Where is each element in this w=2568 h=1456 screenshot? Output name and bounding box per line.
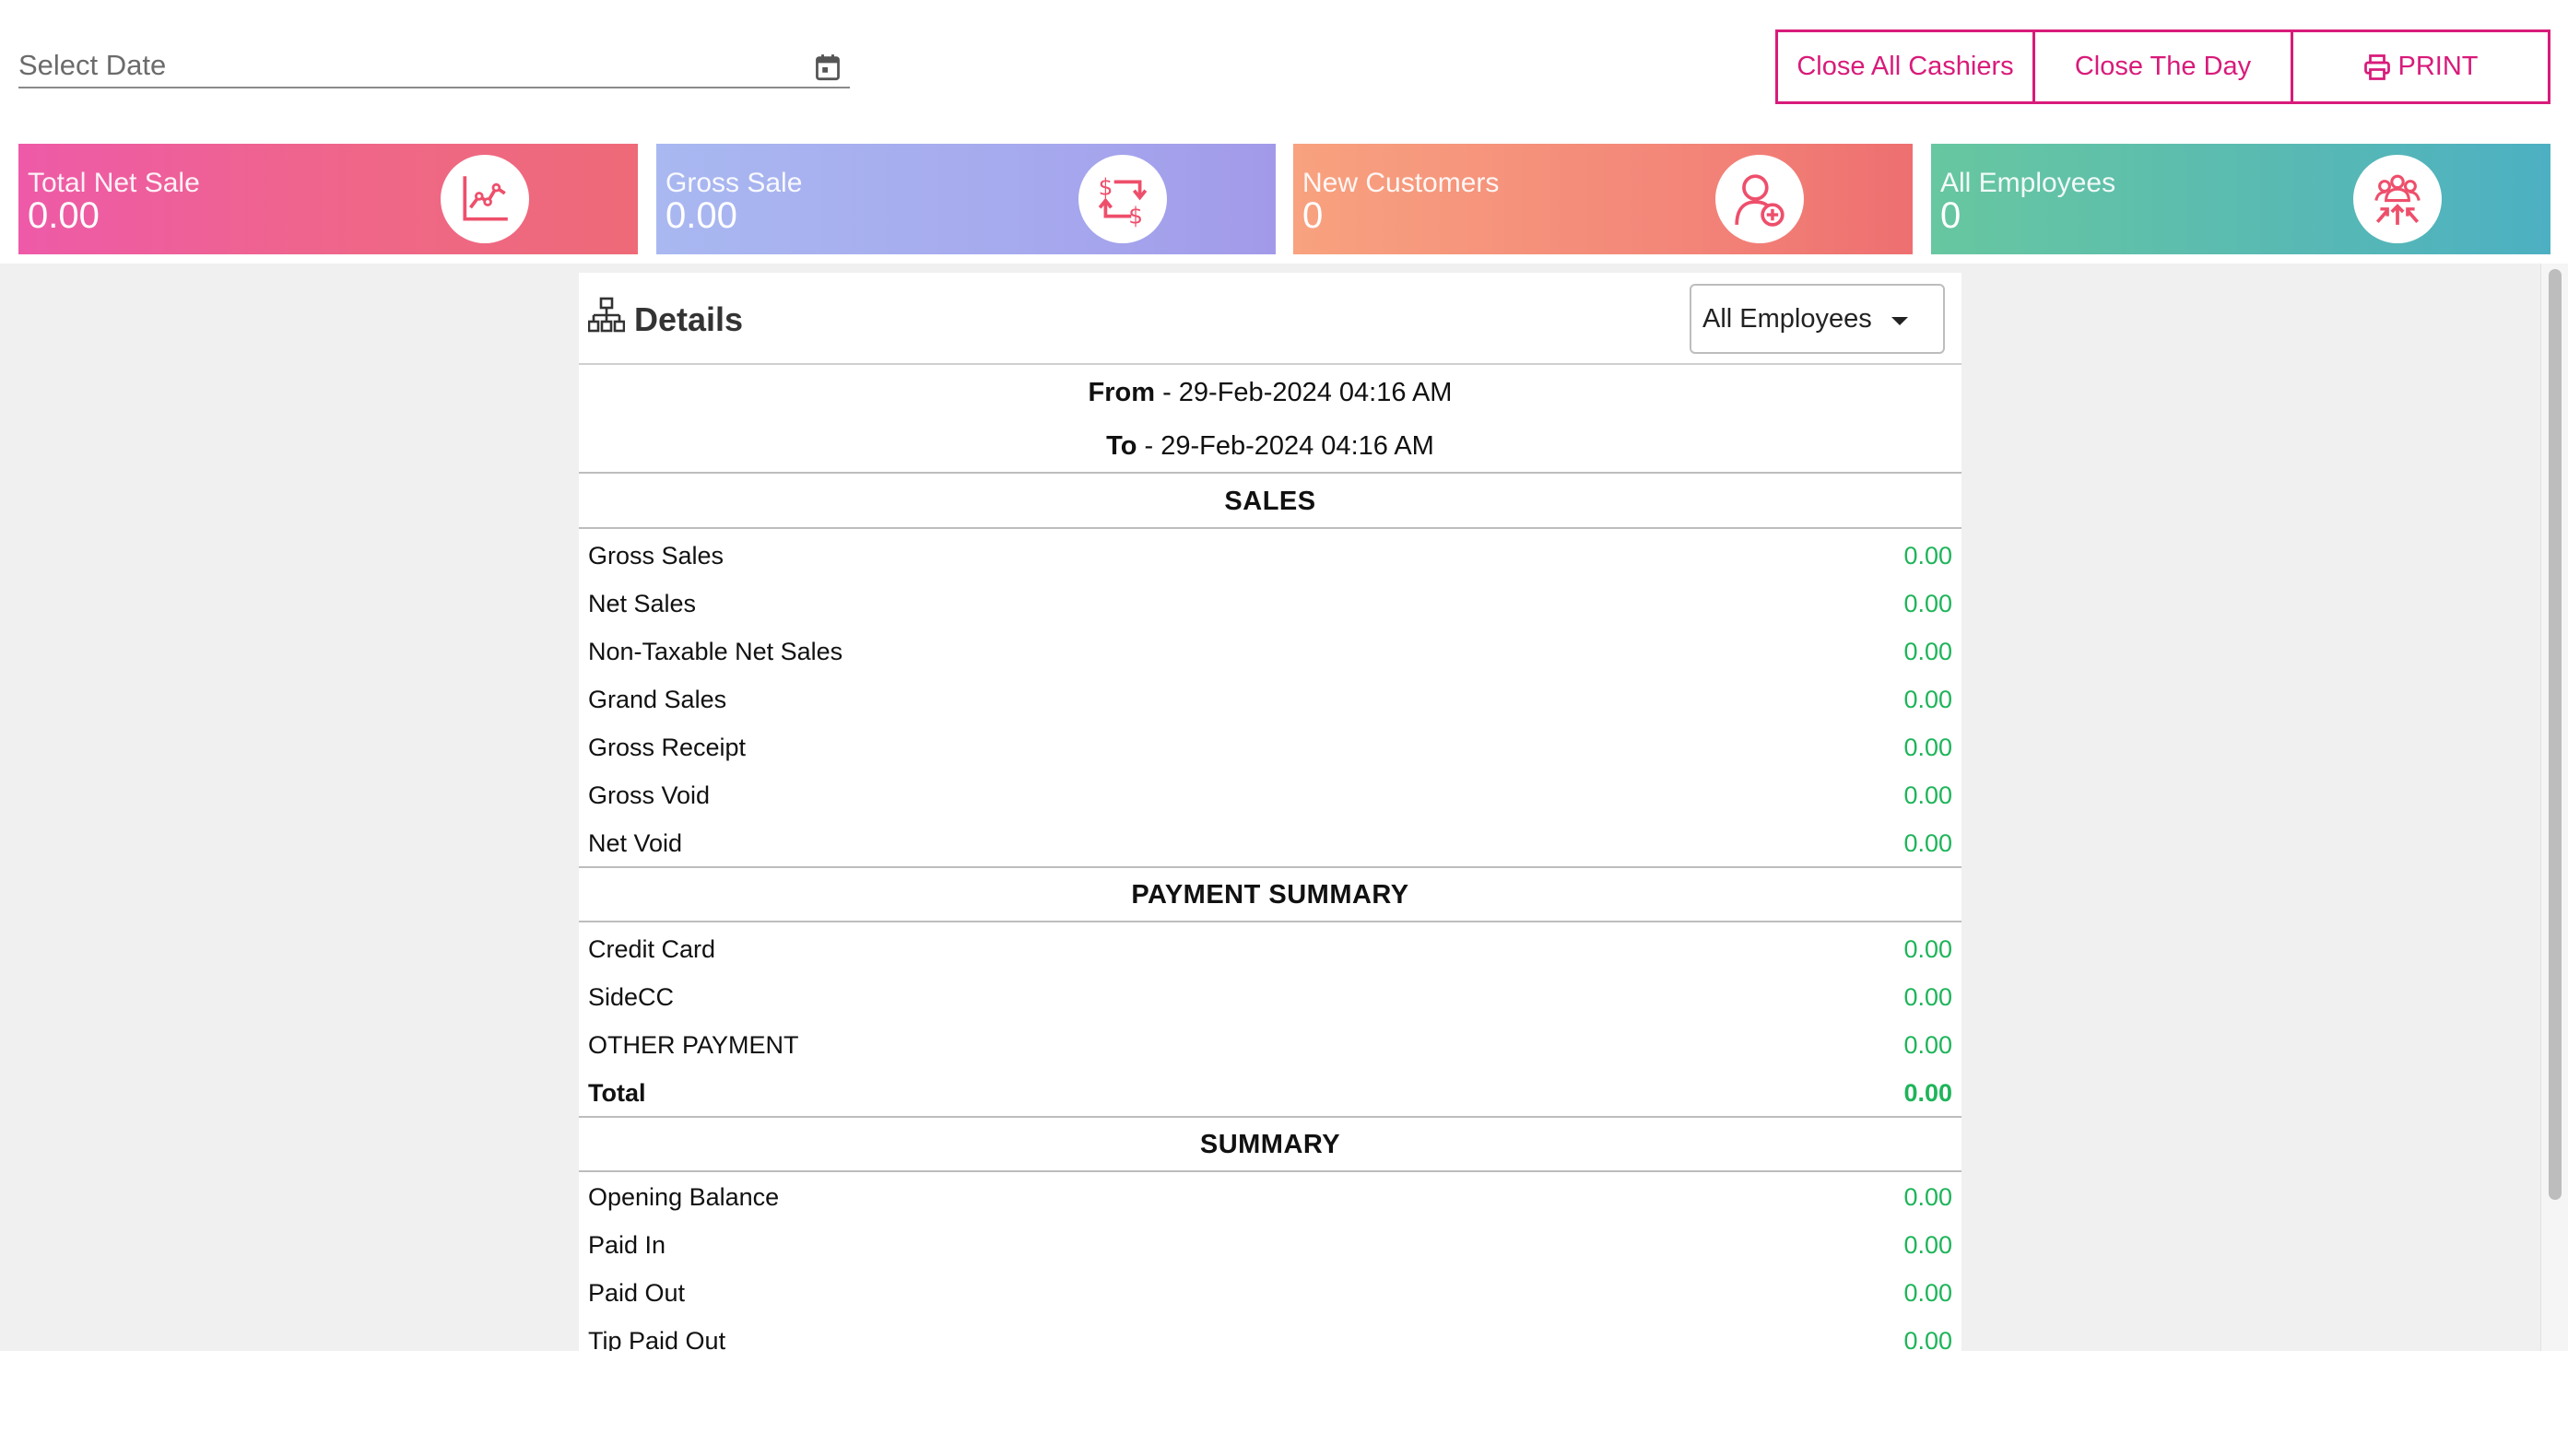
row-value: 0.00 xyxy=(1903,1031,1952,1059)
list-item: Paid Out 0.00 xyxy=(579,1268,1961,1316)
add-user-icon xyxy=(1715,155,1804,243)
stat-value: 0.00 xyxy=(28,195,100,236)
row-value: 0.00 xyxy=(1903,590,1952,617)
print-label: PRINT xyxy=(2397,52,2479,81)
list-item: Gross Sales 0.00 xyxy=(579,531,1961,579)
section-sales-title: SALES xyxy=(579,474,1961,529)
action-buttons: Close All Cashiers Close The Day PRINT xyxy=(1775,29,2550,104)
stat-label: New Customers xyxy=(1302,168,1500,198)
stat-label: Total Net Sale xyxy=(28,168,200,198)
list-item: Gross Void 0.00 xyxy=(579,770,1961,818)
list-item: Net Sales 0.00 xyxy=(579,579,1961,627)
close-the-day-label: Close The Day xyxy=(2074,52,2252,81)
row-label: Paid In xyxy=(588,1231,666,1259)
row-label: SideCC xyxy=(588,983,675,1011)
row-label: OTHER PAYMENT xyxy=(588,1031,799,1059)
close-all-cashiers-button[interactable]: Close All Cashiers xyxy=(1775,29,2035,104)
close-the-day-button[interactable]: Close The Day xyxy=(2032,29,2293,104)
section-summary-title: SUMMARY xyxy=(579,1117,1961,1172)
stat-card-total-net-sale: Total Net Sale 0.00 xyxy=(18,144,638,254)
list-item: OTHER PAYMENT 0.00 xyxy=(579,1020,1961,1068)
row-label: Total xyxy=(588,1079,646,1107)
row-value: 0.00 xyxy=(1903,935,1952,963)
line-chart-icon xyxy=(441,155,529,243)
row-label: Net Void xyxy=(588,829,683,857)
list-item: Opening Balance 0.00 xyxy=(579,1172,1961,1220)
section-payment-title: PAYMENT SUMMARY xyxy=(579,867,1961,922)
row-label: Opening Balance xyxy=(588,1183,780,1211)
sitemap-icon xyxy=(588,297,625,333)
stat-card-new-customers: New Customers 0 xyxy=(1293,144,1913,254)
printer-icon xyxy=(2363,53,2390,80)
row-label: Tip Paid Out xyxy=(588,1327,726,1351)
date-picker[interactable] xyxy=(18,46,850,88)
employee-filter-value: All Employees xyxy=(1702,303,1872,334)
from-label: From xyxy=(1088,378,1156,407)
row-label: Credit Card xyxy=(588,935,716,963)
date-input[interactable] xyxy=(18,46,793,85)
from-line: From - 29-Feb-2024 04:16 AM xyxy=(579,378,1961,408)
row-value: 0.00 xyxy=(1903,542,1952,569)
top-toolbar: Close All Cashiers Close The Day PRINT xyxy=(0,0,2568,138)
list-item: Credit Card 0.00 xyxy=(579,924,1961,972)
row-label: Gross Sales xyxy=(588,542,724,569)
stat-value: 0.00 xyxy=(666,195,737,236)
from-value: - 29-Feb-2024 04:16 AM xyxy=(1155,378,1453,407)
row-value: 0.00 xyxy=(1903,1231,1952,1259)
list-item: Grand Sales 0.00 xyxy=(579,675,1961,722)
row-value: 0.00 xyxy=(1903,1183,1952,1211)
scrollbar[interactable] xyxy=(2540,264,2568,1351)
print-button[interactable]: PRINT xyxy=(2291,29,2550,104)
row-value: 0.00 xyxy=(1903,1079,1952,1107)
details-title: Details xyxy=(634,300,744,338)
row-value: 0.00 xyxy=(1903,686,1952,713)
employee-filter-select[interactable]: All Employees xyxy=(1690,284,1945,354)
row-value: 0.00 xyxy=(1903,1279,1952,1307)
row-value: 0.00 xyxy=(1903,983,1952,1011)
row-value: 0.00 xyxy=(1903,1327,1952,1351)
to-line: To - 29-Feb-2024 04:16 AM xyxy=(579,431,1961,462)
stat-card-gross-sale: Gross Sale 0.00 $ $ xyxy=(656,144,1276,254)
row-value: 0.00 xyxy=(1903,781,1952,809)
list-item: Tip Paid Out 0.00 xyxy=(579,1316,1961,1351)
row-value: 0.00 xyxy=(1903,638,1952,665)
details-panel: Details All Employees From - 29-Feb-2024… xyxy=(579,273,1961,1351)
stat-card-all-employees: All Employees 0 xyxy=(1931,144,2550,254)
date-range: From - 29-Feb-2024 04:16 AM To - 29-Feb-… xyxy=(579,365,1961,474)
dollar-exchange-icon: $ $ xyxy=(1078,155,1167,243)
row-label: Paid Out xyxy=(588,1279,686,1307)
row-label: Gross Receipt xyxy=(588,734,747,761)
total-row: Total 0.00 xyxy=(579,1068,1961,1116)
row-value: 0.00 xyxy=(1903,734,1952,761)
details-header: Details All Employees xyxy=(579,273,1961,365)
row-value: 0.00 xyxy=(1903,829,1952,857)
row-label: Gross Void xyxy=(588,781,711,809)
to-label: To xyxy=(1106,431,1137,461)
svg-text:$: $ xyxy=(1099,173,1113,200)
report-area: Details All Employees From - 29-Feb-2024… xyxy=(0,264,2568,1351)
list-item: Paid In 0.00 xyxy=(579,1220,1961,1268)
to-value: - 29-Feb-2024 04:16 AM xyxy=(1137,431,1434,461)
row-label: Net Sales xyxy=(588,590,697,617)
list-item: Gross Receipt 0.00 xyxy=(579,722,1961,770)
calendar-icon[interactable] xyxy=(815,53,841,81)
scrollbar-thumb[interactable] xyxy=(2549,269,2562,1200)
stat-value: 0 xyxy=(1940,195,1961,236)
close-all-cashiers-label: Close All Cashiers xyxy=(1796,52,2014,81)
stat-cards: Total Net Sale 0.00 Gross Sale 0.00 $ $ xyxy=(18,144,2551,254)
caret-down-icon xyxy=(1891,317,1908,325)
list-item: SideCC 0.00 xyxy=(579,972,1961,1020)
stat-label: All Employees xyxy=(1940,168,2116,198)
list-item: Non-Taxable Net Sales 0.00 xyxy=(579,627,1961,675)
stat-label: Gross Sale xyxy=(666,168,803,198)
row-label: Non-Taxable Net Sales xyxy=(588,638,843,665)
row-label: Grand Sales xyxy=(588,686,727,713)
list-item: Net Void 0.00 xyxy=(579,818,1961,866)
team-icon xyxy=(2353,155,2442,243)
stat-value: 0 xyxy=(1302,195,1324,236)
